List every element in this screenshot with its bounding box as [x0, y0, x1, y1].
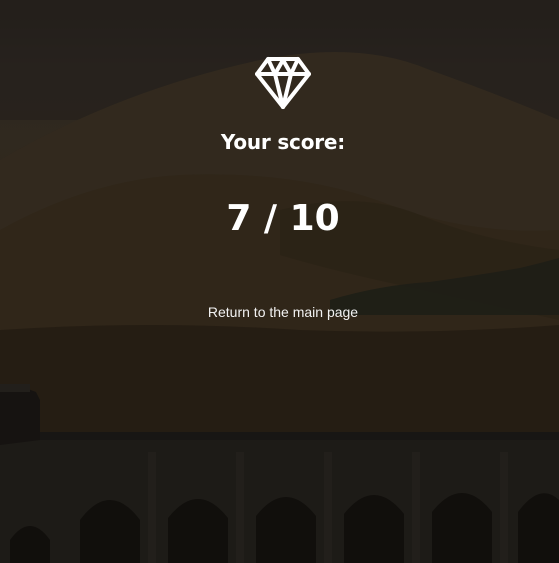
diamond-icon [255, 57, 311, 109]
score-value: 7 / 10 [226, 198, 340, 239]
score-label: Your score: [220, 130, 346, 154]
return-to-main-link[interactable]: Return to the main page [0, 304, 559, 320]
score-screen: Your score: 7 / 10 Return to the main pa… [0, 0, 559, 563]
